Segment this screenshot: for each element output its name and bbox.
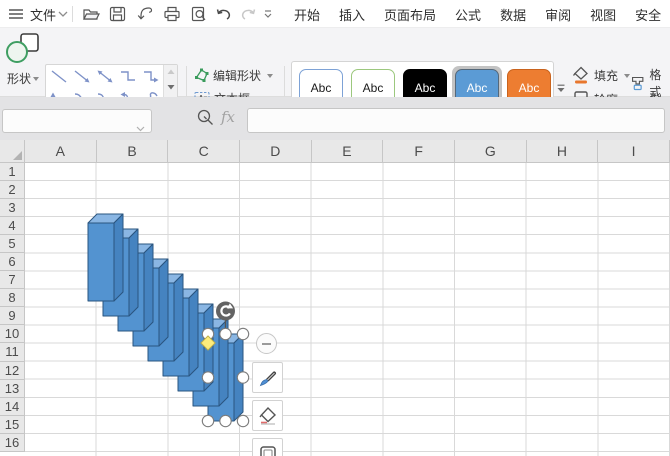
float-fill-button[interactable] xyxy=(252,400,283,431)
print-icon[interactable] xyxy=(163,0,181,28)
row-headers: 1 2 3 4 5 6 7 8 9 10 11 12 13 14 15 16 xyxy=(0,163,25,452)
corner-triangle-icon xyxy=(13,151,22,160)
float-border-button[interactable] xyxy=(252,438,283,456)
file-menu-chevron-icon[interactable] xyxy=(58,0,68,28)
row-header-6[interactable]: 6 xyxy=(0,253,25,272)
col-header-E[interactable]: E xyxy=(311,140,384,163)
formula-input[interactable] xyxy=(247,108,665,133)
function-search-icon[interactable] xyxy=(196,108,215,132)
fill-bucket-icon xyxy=(572,66,588,84)
print-preview-icon[interactable] xyxy=(190,0,208,28)
tab-数据[interactable]: 数据 xyxy=(500,5,526,24)
row-header-4[interactable]: 4 xyxy=(0,217,25,236)
shapes-dropdown-icon xyxy=(33,77,39,81)
elbow-connector-icon[interactable] xyxy=(116,66,139,88)
arrow-icon[interactable] xyxy=(70,66,93,88)
tab-插入[interactable]: 插入 xyxy=(339,5,365,24)
edit-shape-button[interactable]: 编辑形状 xyxy=(194,67,274,84)
row-header-12[interactable]: 12 xyxy=(0,361,25,380)
name-box-input[interactable] xyxy=(2,109,152,133)
row-header-16[interactable]: 16 xyxy=(0,433,25,452)
edit-points-icon xyxy=(195,68,209,82)
line-icon[interactable] xyxy=(47,66,70,88)
row-header-13[interactable]: 13 xyxy=(0,379,25,398)
edit-shape-dropdown-icon xyxy=(267,73,274,78)
tab-审阅[interactable]: 审阅 xyxy=(545,5,571,24)
select-all-corner[interactable] xyxy=(0,140,25,163)
column-headers: ABCDEFGHI xyxy=(25,140,670,163)
tab-视图[interactable]: 视图 xyxy=(590,5,616,24)
folder-open-icon[interactable] xyxy=(82,0,100,28)
export-icon[interactable] xyxy=(136,0,154,28)
tab-开始[interactable]: 开始 xyxy=(294,5,320,24)
name-box-dropdown-icon[interactable] xyxy=(136,119,145,137)
cells-area[interactable] xyxy=(25,163,670,456)
file-menu[interactable]: 文件 xyxy=(30,0,56,28)
float-toolbar-collapse-button[interactable] xyxy=(256,333,277,354)
col-header-G[interactable]: G xyxy=(454,140,527,163)
shapes-label: 形状 xyxy=(6,72,31,86)
titlebar: 文件 开始 插入 页面布局 公式 数据 审阅 视图 安全 xyxy=(0,0,670,28)
tab-页面布局[interactable]: 页面布局 xyxy=(384,5,436,24)
row-header-7[interactable]: 7 xyxy=(0,271,25,290)
row-header-2[interactable]: 2 xyxy=(0,181,25,200)
shapes-icon xyxy=(6,33,39,63)
fill-label: 填充 xyxy=(594,69,619,83)
collapse-minus-icon xyxy=(262,343,271,345)
row-header-8[interactable]: 8 xyxy=(0,289,25,308)
ribbon: 形状 编辑形状 A 文本框 AbcAbcAbcAbcAbc xyxy=(0,28,670,123)
formula-bar: fx xyxy=(0,97,670,140)
col-header-B[interactable]: B xyxy=(96,140,169,163)
titlebar-separator xyxy=(72,6,73,22)
edit-shape-label: 编辑形状 xyxy=(213,69,262,83)
hamburger-icon[interactable] xyxy=(8,0,24,28)
row-header-10[interactable]: 10 xyxy=(0,325,25,344)
tab-公式[interactable]: 公式 xyxy=(455,5,481,24)
elbow-arrow-icon[interactable] xyxy=(139,66,162,88)
more-commands-icon[interactable] xyxy=(263,0,273,28)
fx-label: fx xyxy=(221,108,236,126)
col-header-I[interactable]: I xyxy=(598,140,670,163)
border-outline-icon xyxy=(259,445,276,456)
fill-bucket-icon xyxy=(258,406,276,425)
col-header-A[interactable]: A xyxy=(25,140,97,163)
col-header-C[interactable]: C xyxy=(168,140,240,163)
gallery-scroll-up-icon[interactable] xyxy=(167,69,175,75)
redo-icon xyxy=(240,0,257,28)
row-header-11[interactable]: 11 xyxy=(0,343,25,362)
float-style-brush-button[interactable] xyxy=(252,362,283,393)
row-header-1[interactable]: 1 xyxy=(0,163,25,182)
gallery-scroll-down-icon[interactable] xyxy=(167,84,175,90)
menu-tabs: 开始 插入 页面布局 公式 数据 审阅 视图 安全 xyxy=(294,0,661,28)
tab-安全[interactable]: 安全 xyxy=(635,5,661,24)
undo-icon[interactable] xyxy=(215,0,232,28)
double-arrow-icon[interactable] xyxy=(93,66,116,88)
brush-style-icon xyxy=(259,370,276,386)
row-header-14[interactable]: 14 xyxy=(0,397,25,416)
col-header-H[interactable]: H xyxy=(526,140,599,163)
col-header-D[interactable]: D xyxy=(239,140,312,163)
col-header-F[interactable]: F xyxy=(383,140,455,163)
row-header-15[interactable]: 15 xyxy=(0,415,25,434)
fill-button[interactable]: 填充 xyxy=(572,66,631,85)
row-header-3[interactable]: 3 xyxy=(0,199,25,218)
save-icon[interactable] xyxy=(109,0,126,28)
row-header-9[interactable]: 9 xyxy=(0,307,25,326)
shapes-button[interactable]: 形状 xyxy=(2,30,44,94)
spreadsheet-grid: ABCDEFGHI 1 2 3 4 5 6 7 8 9 10 11 12 13 14 15 16 xyxy=(0,140,670,456)
row-header-5[interactable]: 5 xyxy=(0,235,25,254)
